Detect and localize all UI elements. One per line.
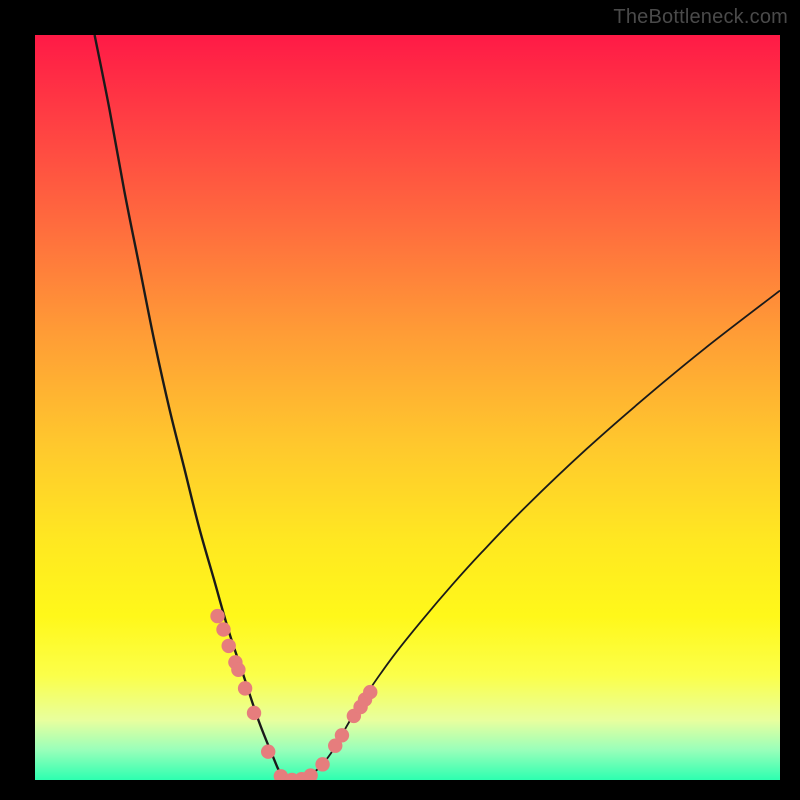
highlight-marker [231,663,245,677]
highlight-marker [363,685,377,699]
curve-layer [35,35,780,780]
highlight-marker [210,609,224,623]
left-branch-curve [95,35,289,780]
highlight-marker [335,728,349,742]
highlight-marker [261,744,275,758]
plot-area [35,35,780,780]
attribution-text: TheBottleneck.com [613,6,788,29]
highlight-marker [247,706,261,720]
marker-group [210,609,377,780]
highlight-marker [315,757,329,771]
highlight-marker [238,681,252,695]
highlight-marker [222,639,236,653]
highlight-marker [216,622,230,636]
chart-frame: TheBottleneck.com [0,0,800,800]
